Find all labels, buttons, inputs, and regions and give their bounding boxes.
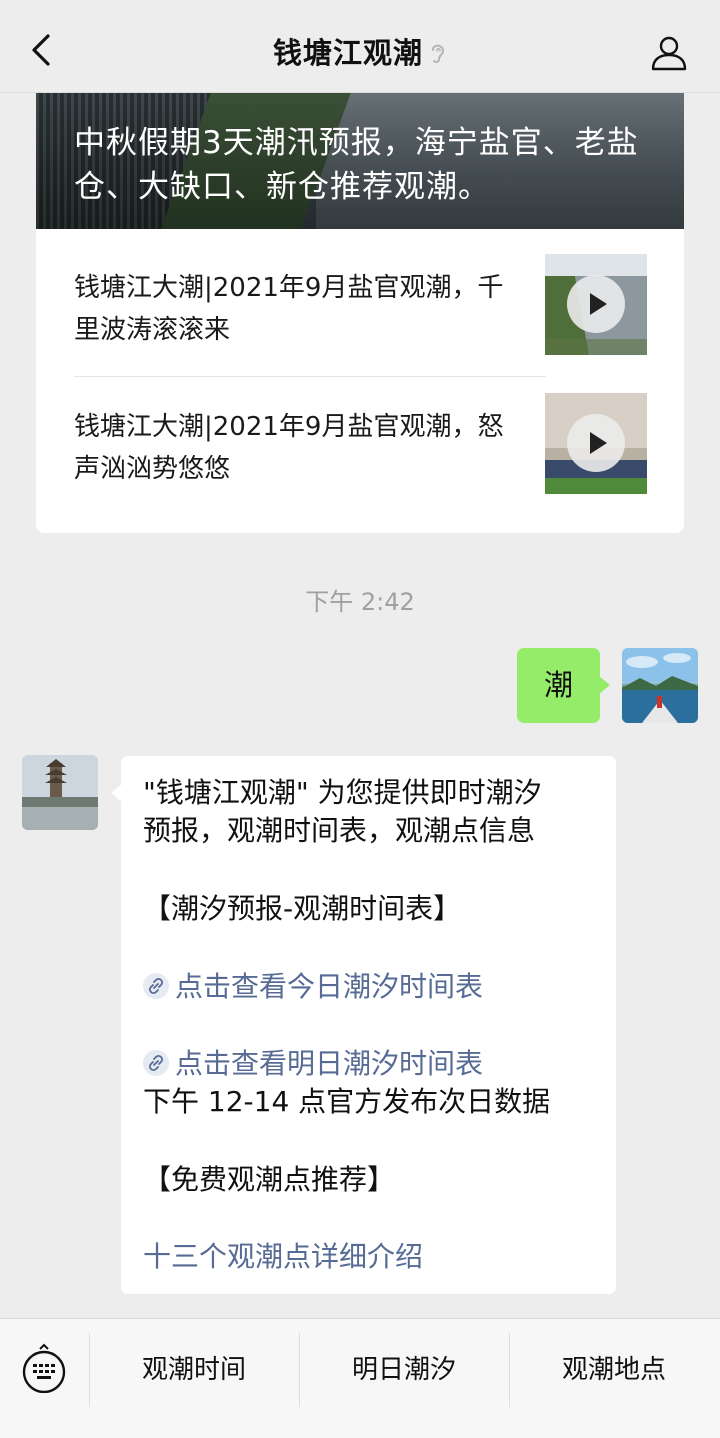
- sent-message-bubble[interactable]: 潮: [517, 648, 610, 723]
- play-icon[interactable]: [567, 275, 625, 333]
- title-text: 钱塘江观潮: [272, 36, 423, 70]
- article-item[interactable]: 钱塘江大潮|2021年9月盐官观潮，怒声汹汹势悠悠: [36, 368, 684, 506]
- avatar-image: [22, 755, 98, 830]
- keyboard-toggle-button[interactable]: [20, 1343, 68, 1394]
- menu-item-tide-time[interactable]: 观潮时间: [89, 1333, 299, 1407]
- profile-button[interactable]: [650, 34, 688, 72]
- keyboard-icon: [22, 1343, 66, 1394]
- tomorrow-tide-link[interactable]: 点击查看明日潮汐时间表: [143, 1045, 483, 1083]
- article-card[interactable]: 中秋假期3天潮汛预报，海宁盐官、老盐仓、大缺口、新仓推荐观潮。 钱塘江大潮|20…: [36, 93, 684, 533]
- menu-item-tomorrow-tide[interactable]: 明日潮汐: [299, 1333, 509, 1407]
- viewing-spots-link[interactable]: 十三个观潮点详细介绍: [143, 1238, 423, 1276]
- article-item-title: 钱塘江大潮|2021年9月盐官观潮，千里波涛滚滚来: [74, 273, 504, 345]
- bottom-menu-bar: 观潮时间 明日潮汐 观潮地点: [0, 1318, 720, 1438]
- link-text[interactable]: 点击查看明日潮汐时间表: [175, 1047, 483, 1080]
- ear-icon: [432, 44, 445, 64]
- person-icon: [651, 36, 687, 71]
- nav-header: 钱塘江观潮: [0, 0, 720, 93]
- play-icon[interactable]: [567, 414, 625, 472]
- page-title: 钱塘江观潮: [0, 30, 720, 72]
- message-section-heading: 【免费观潮点推荐】: [143, 1163, 396, 1196]
- link-text[interactable]: 点击查看今日潮汐时间表: [175, 970, 483, 1003]
- message-text: 预报，观潮时间表，观潮点信息: [143, 814, 536, 847]
- link-icon: [143, 1050, 169, 1076]
- received-message-bubble: "钱塘江观潮" 为您提供即时潮汐 预报，观潮时间表，观潮点信息 【潮汐预报-观潮…: [111, 756, 616, 1294]
- article-item[interactable]: 钱塘江大潮|2021年9月盐官观潮，千里波涛滚滚来: [36, 229, 684, 367]
- avatar-image: [622, 648, 698, 723]
- link-icon: [143, 973, 169, 999]
- article-cover[interactable]: 中秋假期3天潮汛预报，海宁盐官、老盐仓、大缺口、新仓推荐观潮。: [36, 93, 684, 229]
- article-thumbnail: [545, 254, 647, 355]
- article-item-title: 钱塘江大潮|2021年9月盐官观潮，怒声汹汹势悠悠: [74, 412, 504, 484]
- official-account-avatar[interactable]: [22, 755, 98, 830]
- message-text: "钱塘江观潮" 为您提供即时潮汐: [143, 776, 542, 809]
- message-text: 下午 12-14 点官方发布次日数据: [143, 1085, 551, 1118]
- cover-title: 中秋假期3天潮汛预报，海宁盐官、老盐仓、大缺口、新仓推荐观潮。: [74, 125, 639, 205]
- my-avatar[interactable]: [622, 648, 698, 723]
- message-section-heading: 【潮汐预报-观潮时间表】: [143, 892, 462, 925]
- message-timestamp: 下午 2:42: [305, 588, 415, 616]
- article-thumbnail: [545, 393, 647, 494]
- menu-item-viewing-spots[interactable]: 观潮地点: [509, 1333, 719, 1407]
- today-tide-link[interactable]: 点击查看今日潮汐时间表: [143, 968, 483, 1006]
